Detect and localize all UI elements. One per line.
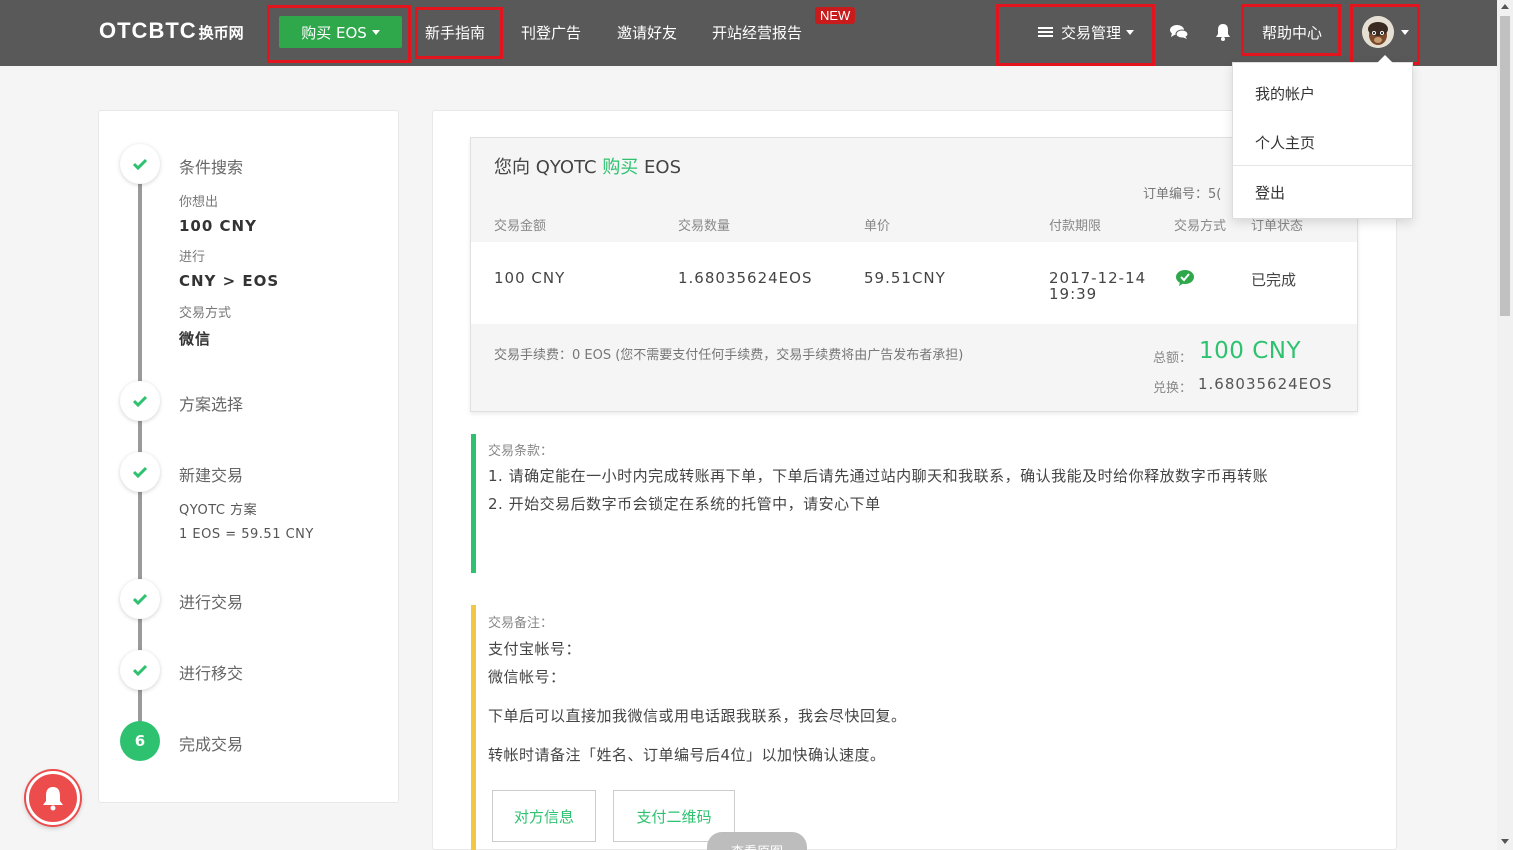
step-1-want-value: 100 CNY — [179, 217, 257, 235]
header-price: 单价 — [864, 219, 891, 234]
menu-item-profile[interactable]: 个人主页 — [1255, 132, 1315, 153]
chevron-down-icon — [1126, 30, 1135, 35]
menu-divider — [1233, 165, 1412, 166]
buy-eos-button[interactable]: 购买 EOS — [279, 16, 402, 48]
step-3-title: 新建交易 — [179, 466, 244, 485]
order-price: 59.51CNY — [864, 269, 946, 287]
step-6-number: 6 — [120, 721, 160, 761]
user-dropdown-menu: 我的帐户 个人主页 登出 — [1232, 55, 1413, 219]
notes-heading: 交易备注： — [488, 616, 554, 631]
total-value: 100 CNY — [1199, 338, 1302, 364]
buy-eos-label: 购买 EOS — [301, 23, 367, 42]
logo-subtitle: 换币网 — [198, 25, 244, 42]
bell-icon[interactable] — [1215, 23, 1231, 41]
nav-link-report[interactable]: 开站经营报告 — [712, 22, 802, 43]
exchange-label: 兑换： — [1153, 381, 1193, 396]
scroll-up-arrow-icon[interactable] — [1501, 4, 1509, 9]
nav-link-post-ad[interactable]: 刊登广告 — [521, 22, 581, 43]
notes-accent-bar — [471, 605, 476, 850]
menu-item-my-account[interactable]: 我的帐户 — [1255, 83, 1315, 104]
step-4-title: 进行交易 — [179, 593, 244, 612]
menu-item-logout[interactable]: 登出 — [1255, 182, 1285, 203]
header-deadline: 付款期限 — [1049, 219, 1102, 234]
step-3-rate: 1 EOS = 59.51 CNY — [179, 527, 314, 542]
scrollbar-thumb[interactable] — [1500, 16, 1510, 316]
order-status: 已完成 — [1251, 271, 1297, 289]
check-icon — [133, 466, 147, 478]
terms-accent-bar — [471, 434, 476, 573]
step-1-check — [120, 144, 160, 184]
chevron-down-icon[interactable] — [1401, 30, 1409, 35]
wechat-icon — [1176, 270, 1194, 286]
terms-heading: 交易条款： — [488, 444, 554, 459]
trade-management-label: 交易管理 — [1061, 24, 1122, 42]
step-1-want-label: 你想出 — [179, 195, 219, 210]
terms-body: 1. 请确定能在一小时内完成转账再下单，下单后请先通过站内聊天和我联系，确认我能… — [488, 462, 1328, 518]
logo-text: OTCBTC — [99, 18, 197, 43]
user-avatar[interactable] — [1362, 16, 1394, 48]
step-1-method-label: 交易方式 — [179, 306, 232, 321]
notes-alipay: 支付宝帐号： — [488, 640, 582, 658]
nav-link-invite[interactable]: 邀请好友 — [617, 22, 677, 43]
step-connector — [138, 490, 142, 582]
view-original-button[interactable]: 查看原图 — [707, 832, 807, 850]
check-icon — [133, 664, 147, 676]
notes-wechat: 微信帐号： — [488, 668, 566, 686]
order-title: 您向 QYOTC 购买 EOS — [494, 153, 681, 179]
chevron-down-icon — [371, 29, 380, 35]
step-6-title: 完成交易 — [179, 735, 244, 754]
header-quantity: 交易数量 — [678, 219, 731, 234]
step-1-method-value: 微信 — [179, 330, 212, 348]
terms-line-1: 1. 请确定能在一小时内完成转账再下单，下单后请先通过站内聊天和我联系，确认我能… — [488, 467, 1269, 485]
order-number: 订单编号：5( — [1143, 187, 1222, 202]
list-icon — [1038, 27, 1053, 38]
notes-contact: 下单后可以直接加我微信或用电话跟我联系，我会尽快回复。 — [488, 707, 907, 725]
bell-icon — [43, 787, 63, 811]
step-1-title: 条件搜索 — [179, 158, 244, 177]
chat-icon[interactable] — [1169, 24, 1189, 40]
order-title-prefix: 您向 QYOTC — [494, 157, 597, 178]
new-badge: NEW — [815, 7, 856, 24]
header-method: 交易方式 — [1174, 219, 1227, 234]
check-icon — [133, 158, 147, 170]
step-connector — [138, 178, 142, 383]
order-deadline: 2017-12-14 19:39 — [1049, 269, 1147, 303]
nav-link-guide[interactable]: 新手指南 — [425, 22, 485, 43]
step-5-check — [120, 650, 160, 690]
exchange-value: 1.68035624EOS — [1198, 375, 1333, 393]
site-logo[interactable]: OTCBTC 换币网 — [99, 18, 244, 44]
order-title-action: 购买 — [602, 157, 639, 178]
step-1-do-value: CNY > EOS — [179, 272, 280, 290]
terms-line-2: 2. 开始交易后数字币会锁定在系统的托管中，请安心下单 — [488, 495, 881, 513]
step-2-title: 方案选择 — [179, 395, 244, 414]
order-title-coin: EOS — [644, 157, 682, 178]
check-icon — [133, 395, 147, 407]
total-label: 总额： — [1153, 351, 1193, 366]
step-3-plan: QYOTC 方案 — [179, 503, 258, 518]
step-connector — [138, 687, 142, 725]
notification-float-button[interactable] — [26, 771, 80, 825]
check-icon — [133, 593, 147, 605]
scroll-down-arrow-icon[interactable] — [1501, 839, 1509, 844]
notes-remark: 转帐时请备注「姓名、订单编号后4位」以加快确认速度。 — [488, 746, 886, 764]
avatar-image — [1362, 16, 1394, 48]
step-connector — [138, 616, 142, 654]
step-3-check — [120, 452, 160, 492]
counterparty-info-button[interactable]: 对方信息 — [492, 790, 596, 842]
fee-note: 交易手续费：0 EOS (您不需要支付任何手续费，交易手续费将由广告发布者承担) — [494, 348, 964, 363]
trade-management-menu[interactable]: 交易管理 — [1038, 22, 1135, 43]
step-1-do-label: 进行 — [179, 250, 206, 265]
help-center-link[interactable]: 帮助中心 — [1262, 22, 1322, 43]
step-2-check — [120, 381, 160, 421]
step-4-check — [120, 579, 160, 619]
order-amount: 100 CNY — [494, 269, 566, 287]
header-amount: 交易金额 — [494, 219, 547, 234]
step-5-title: 进行移交 — [179, 664, 244, 683]
order-quantity: 1.68035624EOS — [678, 269, 813, 287]
